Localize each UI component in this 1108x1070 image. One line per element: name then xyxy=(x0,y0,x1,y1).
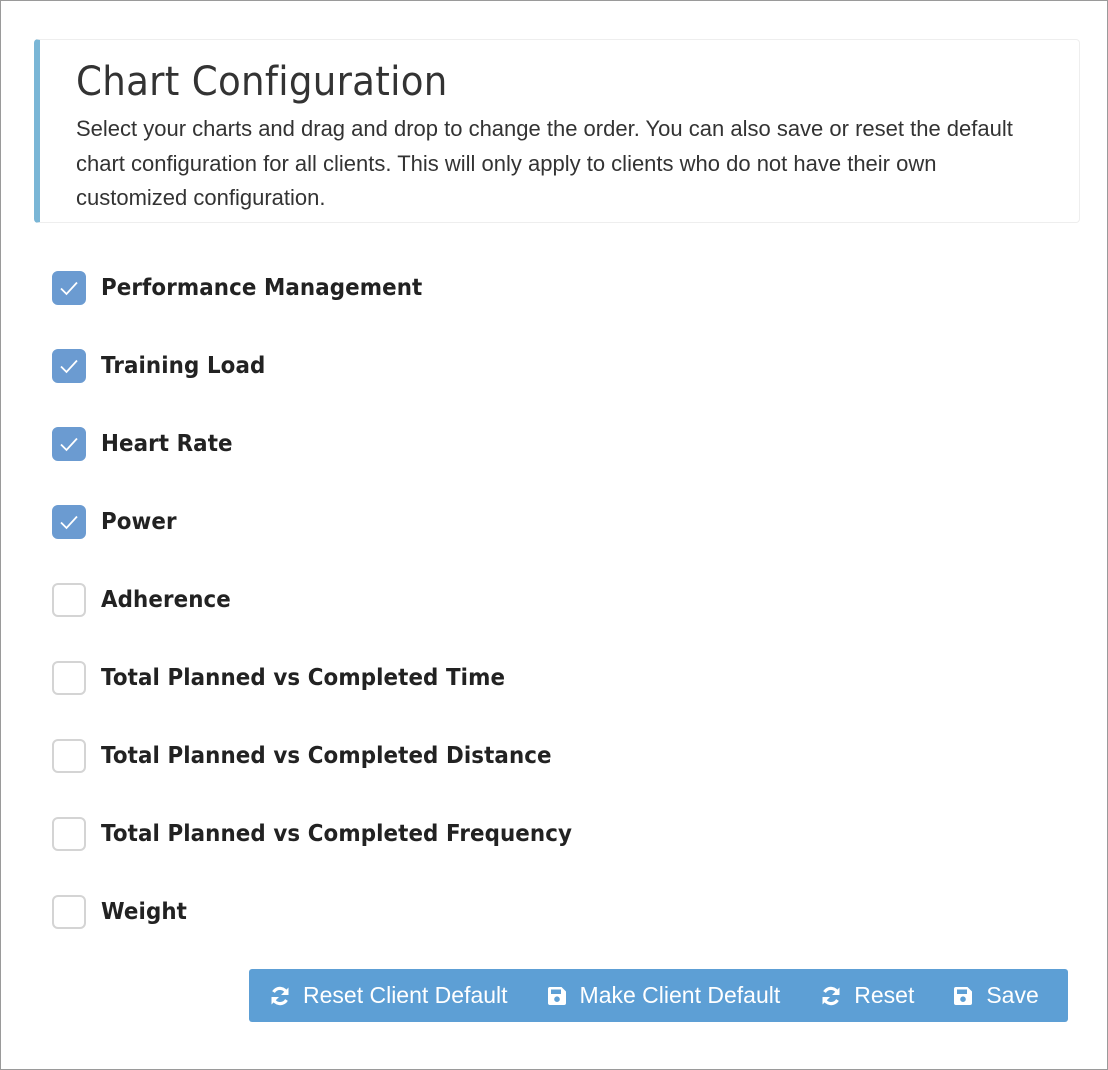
checkmark-icon xyxy=(60,359,78,374)
chart-item-performance-management[interactable]: Performance Management xyxy=(52,271,608,349)
chart-item-label: Power xyxy=(101,509,177,535)
checkmark-icon xyxy=(60,515,78,530)
chart-item-label: Total Planned vs Completed Distance xyxy=(101,743,552,769)
make-client-default-label: Make Client Default xyxy=(579,982,781,1008)
save-button[interactable]: Save xyxy=(914,969,1039,1022)
chart-item-training-load[interactable]: Training Load xyxy=(52,349,608,427)
reset-client-default-label: Reset Client Default xyxy=(303,982,508,1008)
info-callout: Chart Configuration Select your charts a… xyxy=(34,39,1080,223)
checkbox[interactable] xyxy=(52,583,86,617)
checkbox[interactable] xyxy=(52,349,86,383)
chart-item-adherence[interactable]: Adherence xyxy=(52,583,608,661)
action-button-group: Reset Client Default Make Client Default xyxy=(249,969,1068,1022)
save-label: Save xyxy=(986,982,1039,1008)
chart-item-power[interactable]: Power xyxy=(52,505,608,583)
chart-item-label: Total Planned vs Completed Time xyxy=(101,665,506,691)
chart-item-heart-rate[interactable]: Heart Rate xyxy=(52,427,608,505)
chart-item-label: Weight xyxy=(101,899,187,925)
checkbox[interactable] xyxy=(52,661,86,695)
refresh-icon xyxy=(269,985,291,1007)
chart-item-label: Performance Management xyxy=(101,275,423,301)
reset-button[interactable]: Reset xyxy=(780,969,914,1022)
checkmark-icon xyxy=(60,437,78,452)
checkbox[interactable] xyxy=(52,505,86,539)
checkmark-icon xyxy=(60,281,78,296)
chart-item-label: Total Planned vs Completed Frequency xyxy=(101,821,573,847)
chart-item-planned-vs-completed-frequency[interactable]: Total Planned vs Completed Frequency xyxy=(52,817,608,895)
chart-item-planned-vs-completed-time[interactable]: Total Planned vs Completed Time xyxy=(52,661,608,739)
reset-client-default-button[interactable]: Reset Client Default xyxy=(249,969,508,1022)
chart-item-weight[interactable]: Weight xyxy=(52,895,608,973)
page-description: Select your charts and drag and drop to … xyxy=(76,116,1013,210)
refresh-icon xyxy=(820,985,842,1007)
make-client-default-button[interactable]: Make Client Default xyxy=(508,969,781,1022)
chart-item-planned-vs-completed-distance[interactable]: Total Planned vs Completed Distance xyxy=(52,739,608,817)
checkbox[interactable] xyxy=(52,895,86,929)
floppy-disk-icon xyxy=(952,985,974,1007)
checkbox[interactable] xyxy=(52,427,86,461)
checkbox[interactable] xyxy=(52,271,86,305)
floppy-disk-icon xyxy=(546,985,568,1007)
chart-item-label: Training Load xyxy=(101,353,266,379)
chart-item-label: Adherence xyxy=(101,587,231,613)
checkbox[interactable] xyxy=(52,739,86,773)
dialog-frame: Chart Configuration Select your charts a… xyxy=(0,0,1108,1070)
page-title: Chart Configuration xyxy=(76,59,448,105)
chart-list: Performance Management Training Load Hea… xyxy=(52,271,608,973)
reset-label: Reset xyxy=(854,982,915,1008)
checkbox[interactable] xyxy=(52,817,86,851)
chart-item-label: Heart Rate xyxy=(101,431,233,457)
